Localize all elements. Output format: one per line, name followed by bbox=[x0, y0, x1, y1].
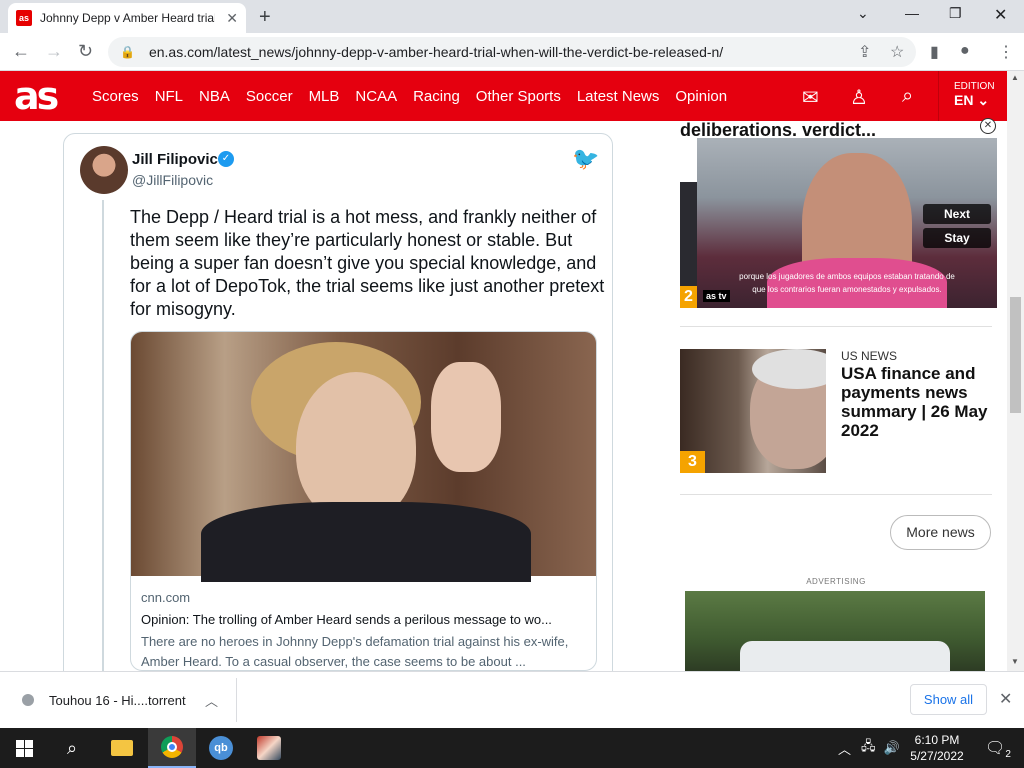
advertising-label: ADVERTISING bbox=[806, 577, 866, 586]
search-taskbar-icon[interactable]: ⌕ bbox=[48, 728, 96, 768]
browser-tab[interactable]: as Johnny Depp v Amber Heard trial ✕ bbox=[8, 3, 246, 33]
download-file-icon bbox=[22, 694, 34, 706]
nav-link-mlb[interactable]: MLB bbox=[309, 88, 340, 105]
advertisement-image[interactable] bbox=[685, 591, 985, 671]
menu-kebab-icon[interactable]: ⋮ bbox=[998, 42, 1014, 62]
window-close-icon[interactable]: ✕ bbox=[994, 5, 1007, 25]
new-tab-icon[interactable]: + bbox=[259, 6, 271, 29]
link-card-domain: cnn.com bbox=[141, 590, 191, 605]
verified-badge-icon: ✓ bbox=[218, 151, 234, 167]
tweet-author[interactable]: Jill Filipovic bbox=[132, 151, 218, 168]
mail-icon[interactable]: ✉ bbox=[802, 85, 819, 110]
notification-center-icon[interactable]: 🗨2 bbox=[985, 738, 1011, 760]
nav-link-latest-news[interactable]: Latest News bbox=[577, 88, 660, 105]
restore-icon[interactable]: ❐ bbox=[949, 5, 962, 22]
rank-badge-3: 3 bbox=[680, 451, 705, 473]
system-tray: ︿ 🖧 🔊 bbox=[838, 728, 900, 768]
url-text: en.as.com/latest_news/johnny-depp-v-ambe… bbox=[148, 44, 724, 60]
twitter-bird-icon[interactable]: 🐦 bbox=[572, 146, 599, 172]
thread-line bbox=[102, 200, 104, 690]
download-shelf: Touhou 16 - Hi....torrent ︿ Show all ✕ bbox=[0, 671, 1024, 728]
network-icon[interactable]: 🖧 bbox=[861, 737, 876, 759]
tray-chevron-up-icon[interactable]: ︿ bbox=[838, 739, 851, 758]
embedded-tweet[interactable]: Jill Filipovic ✓ @JillFilipovic 🐦 The De… bbox=[63, 133, 613, 693]
close-download-shelf-icon[interactable]: ✕ bbox=[999, 689, 1012, 709]
nav-link-ncaa[interactable]: NCAA bbox=[355, 88, 397, 105]
forward-icon[interactable]: → bbox=[45, 41, 63, 62]
link-card-title: Opinion: The trolling of Amber Heard sen… bbox=[141, 612, 552, 627]
clock-date: 5/27/2022 bbox=[910, 749, 964, 763]
more-news-button[interactable]: More news bbox=[890, 515, 991, 550]
video-close-icon[interactable]: ✕ bbox=[980, 118, 996, 134]
back-icon[interactable]: ← bbox=[12, 41, 30, 62]
show-all-button[interactable]: Show all bbox=[910, 684, 987, 715]
video-frame[interactable]: Next Stay porque los jugadores de ambos … bbox=[697, 138, 997, 308]
user-icon[interactable]: ♙ bbox=[850, 85, 868, 110]
chevron-up-icon[interactable]: ︿ bbox=[205, 691, 218, 710]
nav-link-opinion[interactable]: Opinion bbox=[675, 88, 727, 105]
reload-icon[interactable]: ↻ bbox=[78, 41, 93, 62]
divider bbox=[236, 678, 237, 722]
avatar[interactable] bbox=[80, 146, 128, 194]
nav-links: Scores NFL NBA Soccer MLB NCAA Racing Ot… bbox=[92, 71, 743, 121]
link-card-description: There are no heroes in Johnny Depp's def… bbox=[141, 634, 569, 669]
minimize-icon[interactable]: — bbox=[905, 5, 919, 21]
side-panel-icon[interactable]: ▮ bbox=[930, 42, 939, 62]
nav-link-nba[interactable]: NBA bbox=[199, 88, 230, 105]
qbittorrent-icon[interactable]: qb bbox=[197, 728, 245, 768]
file-explorer-icon[interactable] bbox=[98, 728, 146, 768]
edition-selector[interactable]: EDITION EN ⌄ bbox=[938, 71, 1007, 121]
notification-count: 2 bbox=[1005, 749, 1011, 761]
chevron-down-icon: ⌄ bbox=[977, 92, 990, 108]
link-card[interactable]: cnn.com Opinion: The trolling of Amber H… bbox=[130, 331, 597, 671]
scroll-down-icon[interactable]: ▼ bbox=[1011, 657, 1019, 666]
scrollbar-thumb[interactable] bbox=[1010, 297, 1021, 413]
chrome-taskbar-icon[interactable] bbox=[148, 728, 196, 768]
tab-title: Johnny Depp v Amber Heard trial bbox=[40, 11, 215, 25]
tab-strip: as Johnny Depp v Amber Heard trial ✕ + ⌄… bbox=[0, 0, 1024, 33]
video-subtitle-line-2: que los contrarios fueran amonestados y … bbox=[752, 285, 942, 294]
site-navigation: as Scores NFL NBA Soccer MLB NCAA Racing… bbox=[0, 71, 1007, 121]
download-file-name[interactable]: Touhou 16 - Hi....torrent bbox=[49, 693, 186, 708]
volume-icon[interactable]: 🔊 bbox=[884, 740, 900, 756]
nav-link-other-sports[interactable]: Other Sports bbox=[476, 88, 561, 105]
divider bbox=[680, 494, 992, 495]
scroll-up-icon[interactable]: ▲ bbox=[1011, 73, 1019, 82]
sidebar-item-3-title[interactable]: USA finance and payments news summary | … bbox=[841, 364, 991, 440]
address-bar[interactable]: 🔒 en.as.com/latest_news/johnny-depp-v-am… bbox=[108, 37, 916, 67]
windows-taskbar: ⌕ qb ︿ 🖧 🔊 6:10 PM 5/27/2022 🗨2 bbox=[0, 728, 1024, 768]
lock-icon: 🔒 bbox=[120, 45, 135, 59]
start-button[interactable] bbox=[0, 728, 48, 768]
page-scrollbar[interactable]: ▲ ▼ bbox=[1007, 71, 1024, 671]
sidebar-item-3-category[interactable]: US NEWS bbox=[841, 349, 897, 363]
video-next-button[interactable]: Next bbox=[923, 204, 991, 224]
edition-value: EN bbox=[954, 92, 974, 108]
site-logo[interactable]: as bbox=[14, 74, 59, 118]
divider bbox=[680, 326, 992, 327]
video-channel-logo: as tv bbox=[703, 290, 730, 302]
profile-icon[interactable]: ● bbox=[960, 42, 970, 60]
tab-close-icon[interactable]: ✕ bbox=[226, 10, 238, 27]
floating-video-player: Next Stay porque los jugadores de ambos … bbox=[680, 118, 1000, 308]
nav-link-soccer[interactable]: Soccer bbox=[246, 88, 293, 105]
nav-link-scores[interactable]: Scores bbox=[92, 88, 139, 105]
clock-time: 6:10 PM bbox=[914, 733, 960, 747]
site-favicon-icon: as bbox=[16, 10, 32, 26]
edition-label: EDITION bbox=[954, 81, 995, 92]
tab-search-chevron-icon[interactable]: ⌄ bbox=[857, 5, 869, 22]
bookmark-star-icon[interactable]: ☆ bbox=[890, 42, 904, 62]
tweet-handle[interactable]: @JillFilipovic bbox=[132, 172, 213, 188]
video-subtitle-line-1: porque los jugadores de ambos equipos es… bbox=[739, 272, 955, 281]
search-icon[interactable]: ⌕ bbox=[902, 85, 913, 108]
browser-toolbar: ← → ↻ 🔒 en.as.com/latest_news/johnny-dep… bbox=[0, 33, 1024, 71]
share-icon[interactable]: ⇪ bbox=[858, 42, 871, 62]
windows-logo-icon bbox=[15, 739, 33, 757]
nav-link-racing[interactable]: Racing bbox=[413, 88, 460, 105]
video-stay-button[interactable]: Stay bbox=[923, 228, 991, 248]
link-card-image[interactable] bbox=[131, 332, 596, 582]
tweet-text: The Depp / Heard trial is a hot mess, an… bbox=[130, 207, 605, 319]
taskbar-clock[interactable]: 6:10 PM 5/27/2022 bbox=[906, 732, 968, 764]
nav-link-nfl[interactable]: NFL bbox=[155, 88, 183, 105]
game-app-icon[interactable] bbox=[245, 728, 293, 768]
